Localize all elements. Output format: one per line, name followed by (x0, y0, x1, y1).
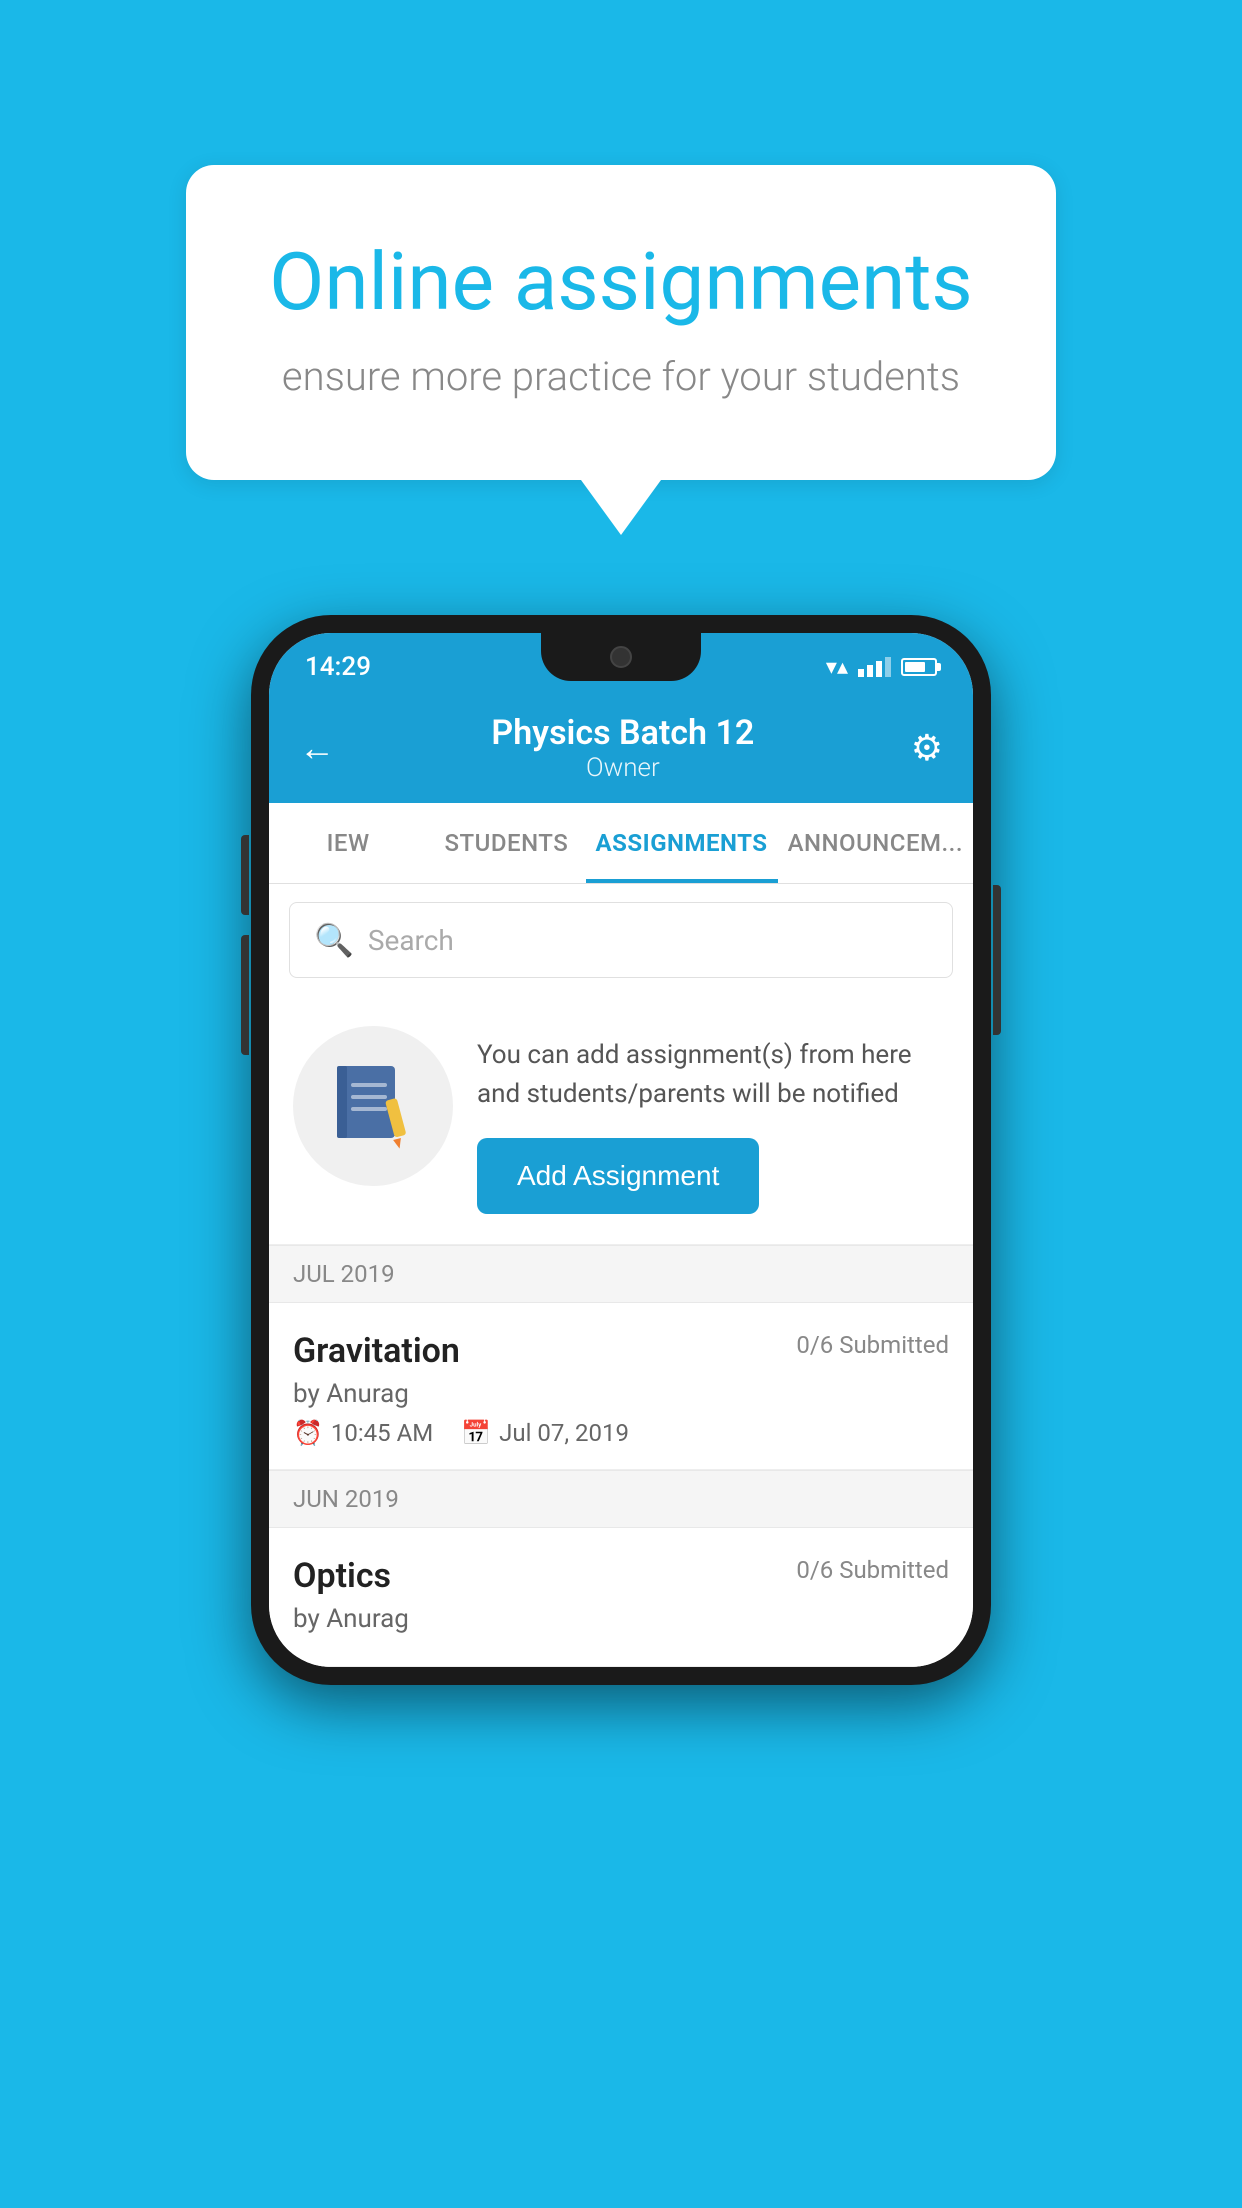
tabs-container: IEW STUDENTS ASSIGNMENTS ANNOUNCEM... (269, 803, 973, 884)
tab-iew[interactable]: IEW (269, 803, 427, 883)
phone-side-btn-vol-down (241, 935, 249, 1055)
phone-side-btn-vol-up (241, 835, 249, 915)
assignment-item-header: Gravitation 0/6 Submitted (293, 1331, 949, 1371)
submitted-badge: 0/6 Submitted (796, 1331, 949, 1359)
search-container: 🔍 Search (269, 884, 973, 996)
assignment-meta: ⏰ 10:45 AM 📅 Jul 07, 2019 (293, 1419, 949, 1447)
status-time: 14:29 (305, 652, 371, 682)
submitted-badge-optics: 0/6 Submitted (796, 1556, 949, 1584)
assignment-date: 📅 Jul 07, 2019 (461, 1419, 629, 1447)
phone-camera (610, 646, 632, 668)
clock-icon: ⏰ (293, 1419, 323, 1447)
assignment-name-optics: Optics (293, 1556, 391, 1596)
speech-bubble-title: Online assignments (266, 235, 976, 329)
info-description: You can add assignment(s) from here and … (477, 1036, 949, 1114)
tab-announcements[interactable]: ANNOUNCEM... (778, 803, 973, 883)
battery-icon (901, 658, 937, 676)
assignment-icon-circle (293, 1026, 453, 1186)
phone-wrapper: 14:29 ▾▴ (251, 615, 991, 1685)
search-placeholder: Search (368, 924, 454, 957)
header-title: Physics Batch 12 (491, 713, 754, 753)
search-icon: 🔍 (314, 921, 354, 959)
search-input[interactable]: 🔍 Search (289, 902, 953, 978)
assignment-by-optics: by Anurag (293, 1604, 949, 1634)
tab-assignments[interactable]: ASSIGNMENTS (586, 803, 778, 883)
assignment-item-header-optics: Optics 0/6 Submitted (293, 1556, 949, 1596)
status-icons: ▾▴ (826, 655, 937, 680)
speech-bubble-arrow (581, 480, 661, 535)
phone-side-btn-power (993, 885, 1001, 1035)
app-header: ← Physics Batch 12 Owner ⚙ (269, 693, 973, 803)
signal-icon (858, 657, 891, 677)
back-button[interactable]: ← (299, 727, 335, 769)
time-value: 10:45 AM (331, 1419, 433, 1447)
tab-students[interactable]: STUDENTS (427, 803, 585, 883)
assignment-item-gravitation[interactable]: Gravitation 0/6 Submitted by Anurag ⏰ 10… (269, 1303, 973, 1470)
phone-outer: 14:29 ▾▴ (251, 615, 991, 1685)
info-text-section: You can add assignment(s) from here and … (477, 1026, 949, 1214)
section-jun-2019: JUN 2019 (269, 1470, 973, 1528)
calendar-icon: 📅 (461, 1419, 491, 1447)
notebook-icon (333, 1061, 413, 1151)
assignment-item-optics[interactable]: Optics 0/6 Submitted by Anurag (269, 1528, 973, 1667)
phone-notch (541, 633, 701, 681)
assignment-by: by Anurag (293, 1379, 949, 1409)
section-jul-2019: JUL 2019 (269, 1245, 973, 1303)
date-value: Jul 07, 2019 (499, 1419, 629, 1447)
speech-bubble: Online assignments ensure more practice … (186, 165, 1056, 480)
add-assignment-button[interactable]: Add Assignment (477, 1138, 759, 1214)
wifi-icon: ▾▴ (826, 655, 848, 680)
assignment-name: Gravitation (293, 1331, 460, 1371)
assignment-time: ⏰ 10:45 AM (293, 1419, 433, 1447)
phone-screen: 14:29 ▾▴ (269, 633, 973, 1667)
header-subtitle: Owner (491, 753, 754, 783)
info-card: You can add assignment(s) from here and … (269, 996, 973, 1245)
speech-bubble-subtitle: ensure more practice for your students (266, 353, 976, 400)
speech-bubble-container: Online assignments ensure more practice … (186, 165, 1056, 535)
settings-button[interactable]: ⚙ (911, 727, 943, 769)
header-title-group: Physics Batch 12 Owner (491, 713, 754, 783)
